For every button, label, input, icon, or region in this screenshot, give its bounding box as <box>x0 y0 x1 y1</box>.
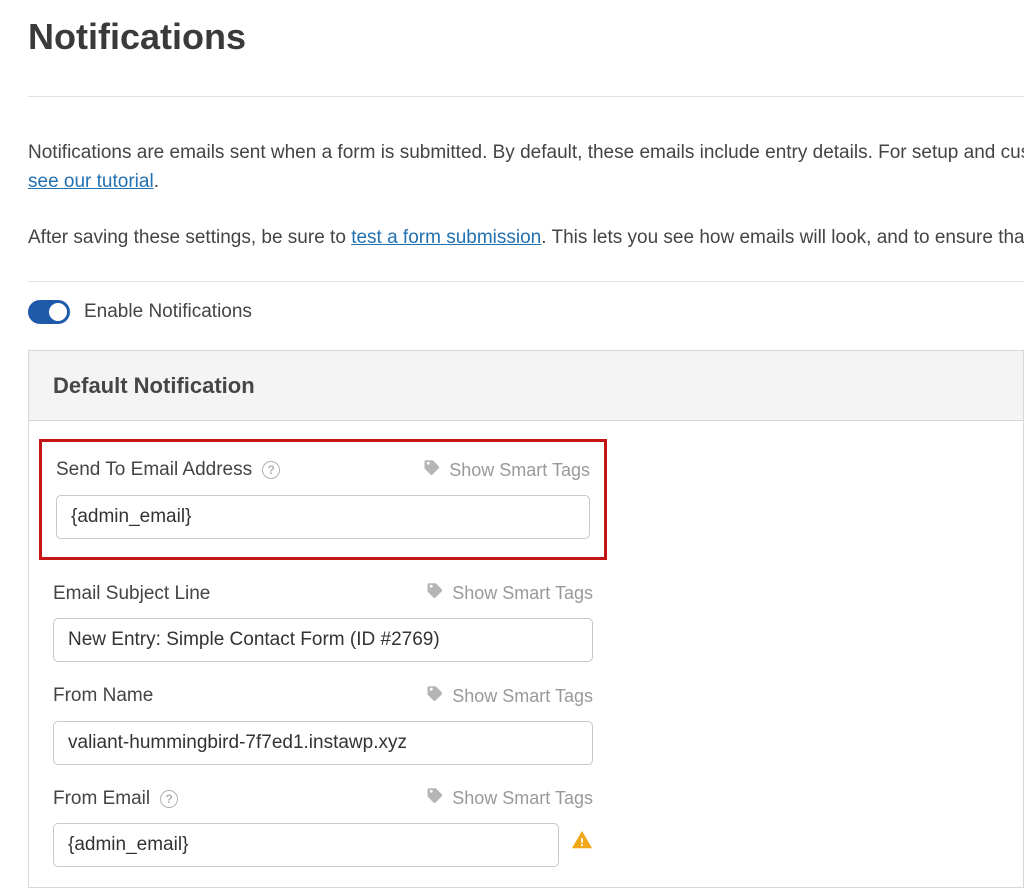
from-name-field: From Name Show Smart Tags <box>53 682 593 765</box>
help-icon[interactable]: ? <box>262 461 280 479</box>
intro-line2-end: . This lets you see how emails will look… <box>541 227 1024 248</box>
smart-tags-label: Show Smart Tags <box>452 580 593 607</box>
tag-icon <box>426 580 444 607</box>
show-smart-tags-button[interactable]: Show Smart Tags <box>426 580 593 607</box>
show-smart-tags-button[interactable]: Show Smart Tags <box>426 785 593 812</box>
enable-notifications-toggle[interactable] <box>28 300 70 324</box>
tag-icon <box>423 457 441 484</box>
intro-line1-end: . <box>154 171 159 192</box>
smart-tags-label: Show Smart Tags <box>449 457 590 484</box>
page-title: Notifications <box>28 10 1024 64</box>
show-smart-tags-button[interactable]: Show Smart Tags <box>426 683 593 710</box>
intro-text: Notifications are emails sent when a for… <box>28 139 1024 253</box>
smart-tags-label: Show Smart Tags <box>452 785 593 812</box>
intro-line1-text: Notifications are emails sent when a for… <box>28 142 1024 163</box>
send-to-input[interactable] <box>56 495 590 539</box>
test-submission-link[interactable]: test a form submission <box>351 227 541 248</box>
tag-icon <box>426 683 444 710</box>
from-name-input[interactable] <box>53 721 593 765</box>
send-to-field: Send To Email Address ? Show Smart Tags <box>39 439 607 560</box>
help-icon[interactable]: ? <box>160 790 178 808</box>
smart-tags-label: Show Smart Tags <box>452 683 593 710</box>
show-smart-tags-button[interactable]: Show Smart Tags <box>423 457 590 484</box>
from-email-input[interactable] <box>53 823 559 867</box>
subject-input[interactable] <box>53 618 593 662</box>
panel-header: Default Notification <box>29 351 1023 421</box>
from-email-field: From Email ? Show Smart Tags <box>53 785 593 868</box>
intro-line2-text: After saving these settings, be sure to <box>28 227 351 248</box>
default-notification-panel: Default Notification Send To Email Addre… <box>28 350 1024 888</box>
warning-icon[interactable] <box>571 829 593 861</box>
enable-notifications-label: Enable Notifications <box>84 298 252 327</box>
from-email-label: From Email <box>53 785 150 814</box>
subject-field: Email Subject Line Show Smart Tags <box>53 580 593 663</box>
from-name-label: From Name <box>53 682 153 711</box>
send-to-label: Send To Email Address <box>56 456 252 485</box>
panel-title: Default Notification <box>53 369 999 402</box>
divider <box>28 96 1024 97</box>
tag-icon <box>426 785 444 812</box>
subject-label: Email Subject Line <box>53 580 210 609</box>
tutorial-link[interactable]: see our tutorial <box>28 171 154 192</box>
